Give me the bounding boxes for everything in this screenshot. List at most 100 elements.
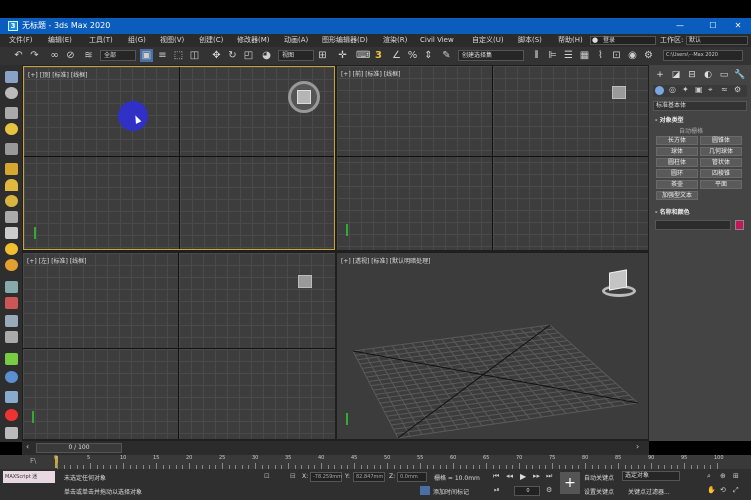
- menu-modifiers[interactable]: 修改器(M): [237, 34, 270, 47]
- paint-icon[interactable]: [5, 297, 18, 309]
- menu-help[interactable]: 帮助(H): [558, 34, 583, 47]
- hierarchy-tab-icon[interactable]: ⊟: [686, 69, 698, 81]
- pan-icon[interactable]: ✋: [707, 486, 716, 494]
- scale-icon[interactable]: ◰: [242, 49, 255, 62]
- torus-icon[interactable]: [5, 211, 18, 223]
- play-icon[interactable]: ▶: [520, 472, 526, 481]
- reference-coordinate-select[interactable]: 视图: [278, 50, 314, 61]
- cloud-icon[interactable]: [5, 87, 18, 99]
- track-bar[interactable]: F\ 0 5 10 15 20 25 30 35 40 45 50 55 60 65 70 75 80 85 90 9…: [0, 455, 751, 469]
- cylinder-button[interactable]: 圆柱体: [656, 158, 698, 167]
- frame-slider-thumb[interactable]: 0 / 100: [36, 443, 122, 453]
- zoom-icon[interactable]: ⌕: [707, 472, 711, 481]
- clipboard-icon[interactable]: [5, 427, 18, 439]
- layers-icon[interactable]: [5, 107, 18, 119]
- menu-animation[interactable]: 动画(A): [284, 34, 308, 47]
- menu-scripting[interactable]: 脚本(S): [518, 34, 542, 47]
- material-editor-icon[interactable]: ◉: [626, 49, 639, 62]
- viewcube-icon[interactable]: [609, 269, 627, 291]
- cone-button[interactable]: 圆锥体: [700, 136, 742, 145]
- record-icon[interactable]: [5, 409, 18, 421]
- display-tab-icon[interactable]: ▭: [718, 69, 730, 81]
- shapes-icon[interactable]: ◎: [669, 85, 676, 94]
- key-filters-button[interactable]: 关键点过滤器...: [628, 487, 670, 496]
- viewport-label[interactable]: [+] [左] [标准] [线框]: [27, 256, 86, 265]
- motion-tab-icon[interactable]: ◐: [702, 69, 714, 81]
- scene-explorer-icon[interactable]: ☰: [562, 49, 575, 62]
- viewport-left[interactable]: [+] [左] [标准] [线框]: [23, 253, 335, 439]
- torus-button[interactable]: 圆环: [656, 169, 698, 178]
- curve-editor-icon[interactable]: ⌇: [594, 49, 607, 62]
- select-by-name-icon[interactable]: ≡: [156, 49, 169, 62]
- time-config-icon[interactable]: ⚙: [546, 486, 552, 494]
- tube-button[interactable]: 管状体: [700, 158, 742, 167]
- viewcube-icon[interactable]: [298, 275, 312, 288]
- setkey-button[interactable]: 设置关键点: [584, 487, 614, 496]
- tool-icon[interactable]: [5, 331, 18, 343]
- selected-object-select[interactable]: 选定对象: [622, 471, 680, 481]
- spinner-snap-icon[interactable]: ⇕: [422, 49, 435, 62]
- systems-icon[interactable]: ⚙: [734, 85, 741, 94]
- keyboard-shortcut-icon[interactable]: ⌨: [356, 49, 370, 62]
- teapot-icon[interactable]: [5, 179, 18, 191]
- zoom-extents-icon[interactable]: ⊞: [733, 472, 739, 480]
- viewport-top[interactable]: [+] [顶] [标准] [线框]: [23, 66, 335, 250]
- login-button[interactable]: 登录: [590, 36, 656, 45]
- x-coordinate-field[interactable]: -78.259mm: [310, 472, 342, 482]
- autogrid-checkbox[interactable]: 自动栅格: [679, 126, 703, 135]
- menu-create[interactable]: 创建(C): [199, 34, 223, 47]
- box-button[interactable]: 长方体: [656, 136, 698, 145]
- camera-icon[interactable]: [5, 143, 18, 155]
- lights-icon[interactable]: ✦: [682, 85, 689, 94]
- render-icon[interactable]: [5, 391, 18, 403]
- create-tab-icon[interactable]: +: [654, 69, 666, 81]
- rect-selection-icon[interactable]: ⬚: [172, 49, 185, 62]
- goto-end-icon[interactable]: ⏭: [546, 472, 552, 481]
- menu-customize[interactable]: 自定义(U): [472, 34, 504, 47]
- angle-snap-icon[interactable]: ∠: [390, 49, 403, 62]
- modify-tab-icon[interactable]: ◪: [670, 69, 682, 81]
- primitive-type-select[interactable]: 标准基本体: [653, 101, 747, 111]
- snap-toggle-icon[interactable]: 3: [372, 49, 385, 62]
- viewport-front[interactable]: [+] [前] [标准] [线框]: [337, 66, 648, 250]
- viewcube-icon[interactable]: [297, 90, 311, 104]
- named-selection-set-select[interactable]: 创建选择集: [458, 50, 524, 61]
- sun-icon[interactable]: [5, 243, 18, 255]
- select-manipulate-icon[interactable]: ✛: [336, 49, 349, 62]
- geosphere-button[interactable]: 几何球体: [700, 147, 742, 156]
- place-icon[interactable]: ◕: [260, 49, 273, 62]
- viewport-label[interactable]: [+] [顶] [标准] [线框]: [28, 70, 87, 79]
- pivot-center-icon[interactable]: ⊞: [316, 49, 329, 62]
- time-tag-icon[interactable]: [420, 486, 430, 495]
- schematic-view-icon[interactable]: ⊡: [610, 49, 623, 62]
- maximize-icon[interactable]: ☐: [703, 18, 723, 34]
- add-time-tag-button[interactable]: 添加时间标记: [433, 487, 469, 496]
- globe-icon[interactable]: [5, 371, 18, 383]
- sphere-button[interactable]: 球体: [656, 147, 698, 156]
- key-mode-icon[interactable]: ⏯: [494, 486, 500, 495]
- sphere-icon[interactable]: [5, 195, 18, 207]
- spacewarps-icon[interactable]: ≈: [721, 85, 728, 94]
- box-icon[interactable]: [5, 163, 18, 175]
- set-key-plus-button[interactable]: +: [560, 472, 580, 494]
- time-slider[interactable]: ‹ 0 / 100 ›: [22, 441, 649, 455]
- textplus-button[interactable]: 加强型文本: [656, 191, 698, 200]
- redo-icon[interactable]: ↷: [28, 49, 41, 62]
- cone-icon[interactable]: [5, 227, 18, 239]
- scene-explorer-side-icon[interactable]: [5, 71, 18, 83]
- project-path-field[interactable]: C:\Users\···Max 2020: [663, 50, 743, 61]
- move-icon[interactable]: ✥: [210, 49, 223, 62]
- menu-group[interactable]: 组(G): [128, 34, 146, 47]
- plane-button[interactable]: 平面: [700, 180, 742, 189]
- utilities-tab-icon[interactable]: 🔧: [734, 69, 746, 81]
- menu-civil-view[interactable]: Civil View: [420, 34, 454, 47]
- bind-spacewarp-icon[interactable]: ≋: [82, 49, 95, 62]
- helpers-icon[interactable]: ⌖: [708, 85, 713, 95]
- menu-graph-editors[interactable]: 图形编辑器(D): [322, 34, 368, 47]
- object-color-swatch[interactable]: [735, 220, 744, 230]
- next-key-icon[interactable]: ▸▸: [533, 472, 540, 480]
- goto-start-icon[interactable]: ⏮: [493, 472, 499, 481]
- undo-icon[interactable]: ↶: [12, 49, 25, 62]
- pyramid-button[interactable]: 四棱锥: [700, 169, 742, 178]
- prev-frame-icon[interactable]: ‹: [26, 442, 29, 451]
